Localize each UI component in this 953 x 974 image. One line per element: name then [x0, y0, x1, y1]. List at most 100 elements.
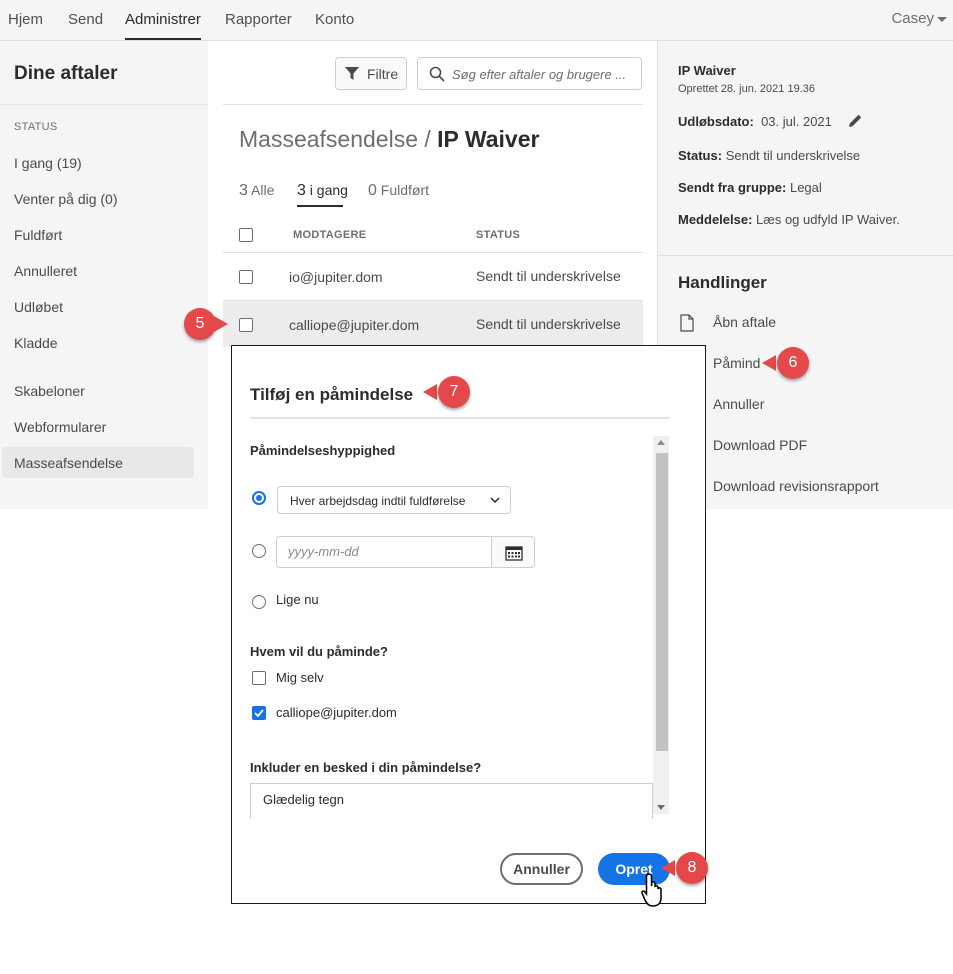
- myself-checkbox[interactable]: [252, 671, 266, 685]
- active-nav-indicator: [125, 38, 201, 40]
- cancel-button[interactable]: Annuller: [500, 853, 583, 885]
- message-value: Læs og udfyld IP Waiver.: [756, 212, 900, 227]
- sidebar-item-templates[interactable]: Skabeloner: [14, 383, 85, 399]
- action-open[interactable]: Åbn aftale: [713, 314, 776, 330]
- message-textarea[interactable]: Glædelig tegn: [250, 783, 653, 819]
- callout-arrow: [661, 860, 675, 876]
- date-field[interactable]: [276, 536, 492, 568]
- sidebar-item-waiting[interactable]: Venter på dig (0): [14, 191, 118, 207]
- sidebar-item-bulk-send[interactable]: Masseafsendelse: [14, 455, 123, 471]
- scroll-down-icon[interactable]: [657, 805, 665, 810]
- divider: [0, 104, 208, 105]
- callout-arrow: [214, 316, 228, 332]
- message-prompt: Inkluder en besked i din påmindelse?: [250, 760, 482, 775]
- now-label: Lige nu: [276, 592, 319, 607]
- callout-arrow: [423, 384, 437, 400]
- callout-number: 8: [676, 852, 708, 884]
- expiry-label: Udløbsdato:: [678, 114, 754, 129]
- scroll-up-icon[interactable]: [657, 440, 665, 445]
- row-checkbox[interactable]: [239, 318, 253, 332]
- tab-completed[interactable]: 0 Fuldført: [368, 182, 429, 200]
- filter-icon: [345, 67, 359, 80]
- status-label: Status:: [678, 148, 723, 163]
- tab-all[interactable]: 3 Alle: [239, 182, 274, 200]
- group-value: Legal: [789, 180, 822, 195]
- column-header-status: STATUS: [476, 229, 521, 241]
- sidebar-item-webforms[interactable]: Webformularer: [14, 419, 106, 435]
- document-icon: [680, 314, 694, 332]
- myself-label: Mig selv: [276, 670, 324, 685]
- filter-label: Filtre: [367, 66, 399, 82]
- created-date: Oprettet 28. jun. 2021 19.36: [678, 83, 815, 95]
- title-prefix: Masseafsendelse /: [239, 126, 438, 152]
- user-name: Casey: [891, 10, 934, 27]
- sidebar-item-in-progress[interactable]: I gang (19): [14, 155, 82, 171]
- checkmark-icon: [254, 709, 264, 718]
- sidebar-item-cancelled[interactable]: Annulleret: [14, 263, 77, 279]
- row-checkbox[interactable]: [239, 270, 253, 284]
- tab-count: 0: [368, 182, 377, 199]
- message-text: Glædelig tegn: [263, 792, 344, 807]
- tab-count: 3: [239, 182, 248, 199]
- pencil-icon[interactable]: [848, 113, 863, 128]
- user-menu[interactable]: Casey: [891, 10, 947, 27]
- action-cancel[interactable]: Annuller: [713, 396, 764, 412]
- agreement-title: Masseafsendelse / IP Waiver: [239, 126, 539, 153]
- recipient-checkbox[interactable]: [252, 706, 266, 720]
- recipient-label: calliope@jupiter.dom: [276, 705, 397, 720]
- tab-in-progress[interactable]: 3 i gang: [297, 182, 348, 200]
- nav-home[interactable]: Hjem: [8, 11, 43, 28]
- scrollbar-thumb[interactable]: [656, 453, 668, 751]
- frequency-select[interactable]: Hver arbejdsdag indtil fuldførelse: [277, 486, 511, 514]
- status-heading: STATUS: [14, 121, 58, 133]
- sidebar-item-expired[interactable]: Udløbet: [14, 299, 63, 315]
- divider: [223, 104, 643, 105]
- nav-send[interactable]: Send: [68, 11, 103, 28]
- top-navigation: Hjem Send Administrer Rapporter Konto Ca…: [0, 0, 953, 41]
- nav-manage[interactable]: Administrer: [125, 11, 201, 28]
- title-bold: IP Waiver: [437, 126, 540, 152]
- group-line: Sendt fra gruppe: Legal: [678, 180, 822, 195]
- dialog-title: Tilføj en påmindelse: [250, 385, 414, 404]
- nav-account[interactable]: Konto: [315, 11, 354, 28]
- chevron-down-icon: [937, 16, 947, 22]
- reminder-dialog: Tilføj en påmindelse Påmindelseshyppighe…: [231, 345, 706, 904]
- filter-button[interactable]: Filtre: [335, 57, 407, 90]
- frequency-radio[interactable]: [252, 491, 266, 505]
- recipient-cell[interactable]: io@jupiter.dom: [289, 269, 383, 285]
- tab-label: Fuldført: [380, 182, 430, 198]
- now-radio[interactable]: [252, 595, 266, 609]
- column-header-recipients: MODTAGERE: [293, 229, 367, 241]
- date-radio[interactable]: [252, 544, 266, 558]
- search-icon: [429, 66, 445, 82]
- search-input[interactable]: [452, 64, 637, 84]
- message-label: Meddelelse:: [678, 212, 753, 227]
- nav-reports[interactable]: Rapporter: [225, 11, 292, 28]
- sidebar: Dine aftaler STATUS I gang (19) Venter p…: [0, 41, 208, 509]
- who-label: Hvem vil du påminde?: [250, 644, 388, 659]
- divider: [658, 255, 953, 256]
- tab-label: i gang: [309, 182, 348, 198]
- select-all-checkbox[interactable]: [239, 228, 253, 242]
- active-tab-indicator: [297, 205, 343, 207]
- callout-number: 6: [777, 347, 809, 379]
- page-title: Dine aftaler: [14, 63, 118, 84]
- status-cell: Sendt til underskrivelse: [476, 268, 621, 284]
- status-value: Sendt til underskrivelse: [725, 148, 861, 163]
- frequency-label: Påmindelseshyppighed: [250, 443, 396, 458]
- search-field[interactable]: [417, 57, 642, 90]
- callout-8: 8: [661, 852, 713, 884]
- callout-number: 7: [438, 376, 470, 408]
- action-download-audit[interactable]: Download revisionsrapport: [713, 478, 879, 494]
- date-input[interactable]: [288, 544, 478, 559]
- divider: [223, 252, 643, 253]
- frequency-value: Hver arbejdsdag indtil fuldførelse: [290, 494, 466, 508]
- action-remind[interactable]: Påmind: [713, 355, 760, 371]
- sidebar-item-draft[interactable]: Kladde: [14, 335, 58, 351]
- divider: [250, 417, 670, 419]
- calendar-button[interactable]: [491, 536, 535, 568]
- action-download-pdf[interactable]: Download PDF: [713, 437, 807, 453]
- actions-title: Handlinger: [678, 273, 767, 292]
- recipient-cell[interactable]: calliope@jupiter.dom: [289, 317, 419, 333]
- sidebar-item-completed[interactable]: Fuldført: [14, 227, 62, 243]
